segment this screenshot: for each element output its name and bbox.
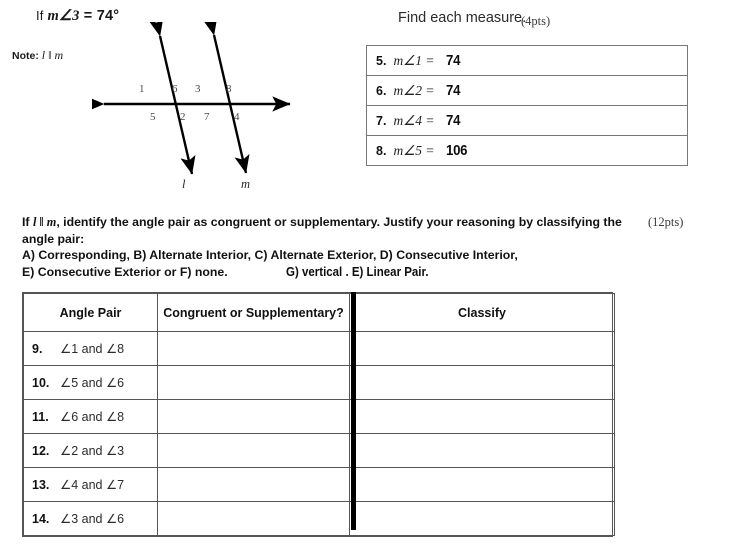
condition-lead: If	[36, 8, 48, 23]
header-congruent-supplementary: Congruent or Supplementary?	[157, 293, 350, 332]
cell-angle-pair: 13. ∠4 and ∠7	[23, 467, 158, 502]
parallel-note: Note: l ‖ m	[12, 48, 63, 63]
table-row: 13. ∠4 and ∠7	[23, 467, 615, 502]
cell-angle-pair: 12. ∠2 and ∠3	[23, 433, 158, 468]
instructions-line1-post: , identify the angle pair as congruent o…	[22, 215, 622, 246]
measure-row: 7. m∠4 = 74	[367, 106, 687, 136]
header-angle-pair: Angle Pair	[23, 293, 158, 332]
measure-expression: m∠2 =	[393, 82, 435, 98]
row-angle-pair: ∠2 and ∠3	[60, 443, 125, 458]
cell-congruent-supplementary[interactable]	[157, 433, 350, 468]
column-divider	[351, 292, 356, 530]
cell-classify[interactable]	[349, 501, 615, 536]
row-number: 10.	[32, 375, 50, 390]
note-value: l ‖ m	[41, 48, 64, 62]
classify-header-row: Angle Pair Congruent or Supplementary? C…	[23, 293, 615, 332]
cell-classify[interactable]	[349, 365, 615, 400]
parallel-lines-diagram: 1 6 3 8 5 2 7 4 l m	[92, 22, 307, 197]
cell-angle-pair: 10. ∠5 and ∠6	[23, 365, 158, 400]
row-angle-pair: ∠4 and ∠7	[60, 477, 125, 492]
find-measure-heading: Find each measure.	[398, 10, 527, 26]
angle-label-7: 7	[204, 111, 210, 123]
row-number: 9.	[32, 341, 43, 356]
table-row: 11. ∠6 and ∠8	[23, 399, 615, 434]
measure-number: 5.	[376, 53, 387, 68]
instructions-line1-variable: l ‖ m	[32, 215, 57, 229]
measure-number: 6.	[376, 83, 387, 98]
cell-congruent-supplementary[interactable]	[157, 399, 350, 434]
condition-variable: m∠3	[47, 8, 80, 24]
classify-table-grid: Angle Pair Congruent or Supplementary? C…	[23, 293, 615, 536]
note-label: Note:	[12, 50, 42, 62]
cell-classify[interactable]	[349, 399, 615, 434]
cell-angle-pair: 11. ∠6 and ∠8	[23, 399, 158, 434]
angle-label-4: 4	[234, 111, 240, 123]
diagram-svg	[92, 22, 291, 175]
measure-row: 8. m∠5 = 106	[367, 136, 687, 166]
angle-label-2: 2	[180, 111, 186, 123]
cell-congruent-supplementary[interactable]	[157, 501, 350, 536]
cell-angle-pair: 14. ∠3 and ∠6	[23, 501, 158, 536]
row-number: 11.	[32, 409, 49, 424]
measure-answer[interactable]: 74	[446, 112, 460, 129]
cell-congruent-supplementary[interactable]	[157, 467, 350, 502]
measure-row: 5. m∠1 = 74	[367, 46, 687, 76]
row-angle-pair: ∠1 and ∠8	[60, 341, 125, 356]
cell-classify[interactable]	[349, 433, 615, 468]
angle-label-5: 5	[150, 111, 156, 123]
measure-answer[interactable]: 106	[446, 142, 468, 159]
cell-congruent-supplementary[interactable]	[157, 365, 350, 400]
measure-row: 6. m∠2 = 74	[367, 76, 687, 106]
measure-number: 7.	[376, 113, 387, 128]
angle-label-6: 6	[172, 83, 178, 95]
measure-answer[interactable]: 74	[446, 52, 460, 69]
table-row: 12. ∠2 and ∠3	[23, 433, 615, 468]
measure-answer[interactable]: 74	[446, 82, 460, 99]
row-angle-pair: ∠6 and ∠8	[60, 409, 125, 424]
instructions-line1-pre: If	[22, 215, 33, 229]
measure-expression: m∠1 =	[393, 52, 435, 68]
measure-table: 5. m∠1 = 74 6. m∠2 = 74 7. m∠4 = 74 8. m…	[366, 45, 688, 166]
row-angle-pair: ∠3 and ∠6	[60, 511, 125, 526]
row-angle-pair: ∠5 and ∠6	[60, 375, 125, 390]
points-12: (12pts)	[648, 215, 684, 229]
row-number: 14.	[32, 511, 50, 526]
line-label-m: m	[241, 177, 251, 191]
header-classify: Classify	[349, 293, 615, 332]
angle-label-8: 8	[226, 83, 232, 95]
row-number: 12.	[32, 443, 50, 458]
measure-number: 8.	[376, 143, 387, 158]
cell-angle-pair: 9. ∠1 and ∠8	[23, 331, 158, 366]
line-label-l: l	[182, 177, 186, 191]
row-number: 13.	[32, 477, 50, 492]
classify-table: Angle Pair Congruent or Supplementary? C…	[22, 292, 615, 537]
instructions-line3: E) Consecutive Exterior or F) none.	[22, 264, 228, 279]
angle-label-1: 1	[139, 83, 145, 95]
cell-classify[interactable]	[349, 467, 615, 502]
angle-label-3: 3	[195, 83, 201, 95]
measure-expression: m∠4 =	[393, 112, 435, 128]
table-row: 14. ∠3 and ∠6	[23, 501, 615, 536]
table-row: 9. ∠1 and ∠8	[23, 331, 615, 366]
measure-expression: m∠5 =	[393, 142, 435, 158]
cell-classify[interactable]	[349, 331, 615, 366]
table-row: 10. ∠5 and ∠6	[23, 365, 615, 400]
classify-table-head: Angle Pair Congruent or Supplementary? C…	[23, 293, 615, 332]
points-4: (4pts)	[521, 14, 551, 28]
classify-table-body: 9. ∠1 and ∠8 10. ∠5 and ∠6 11. ∠6 and ∠8	[23, 331, 615, 536]
cell-congruent-supplementary[interactable]	[157, 331, 350, 366]
instructions-line2: A) Corresponding, B) Alternate Interior,…	[22, 248, 518, 262]
handwritten-extra-options[interactable]: G) vertical . E) Linear Pair.	[286, 265, 429, 279]
